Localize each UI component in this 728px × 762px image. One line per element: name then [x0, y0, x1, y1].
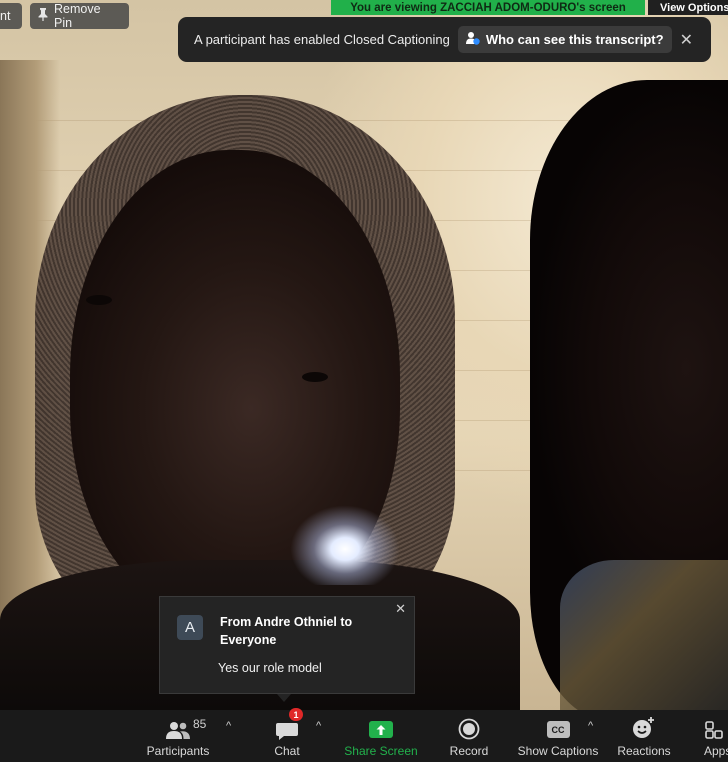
view-options-button[interactable]: View Options — [648, 0, 728, 15]
apps-button[interactable]: Apps — [704, 710, 728, 762]
chat-message: Yes our role model — [218, 661, 322, 675]
chat-button[interactable]: 1 Chat — [270, 708, 304, 762]
reactions-button[interactable]: Reactions — [616, 710, 672, 762]
caption-notice-message: A participant has enabled Closed Caption… — [194, 32, 450, 47]
close-icon[interactable]: ✕ — [395, 601, 406, 617]
share-screen-label: Share Screen — [344, 744, 418, 758]
pin-icon — [38, 8, 48, 24]
light-glare — [290, 505, 400, 585]
second-participant-scarf — [560, 560, 728, 710]
reactions-label: Reactions — [617, 744, 671, 758]
chat-options-chevron-up-icon[interactable]: ^ — [316, 720, 321, 732]
chat-icon: 1 — [275, 708, 303, 740]
smiley-plus-icon — [632, 710, 656, 740]
share-screen-icon — [369, 721, 393, 738]
top-left-button[interactable]: nt — [0, 3, 22, 29]
participants-options-chevron-up-icon[interactable]: ^ — [226, 720, 231, 732]
record-button[interactable]: Record — [448, 710, 490, 762]
record-icon — [458, 710, 480, 740]
show-captions-button[interactable]: CC Show Captions — [516, 710, 600, 762]
meeting-toolbar: Participants 85 ^ 1 Chat ^ Share Screen — [0, 708, 728, 762]
remove-pin-label: Remove Pin — [54, 2, 101, 30]
participants-count: 85 — [193, 717, 207, 731]
chat-label: Chat — [274, 744, 300, 758]
close-icon[interactable]: ✕ — [680, 30, 693, 50]
captions-options-chevron-up-icon[interactable]: ^ — [588, 720, 593, 732]
closed-caption-notice: A participant has enabled Closed Caption… — [178, 17, 711, 62]
transcript-visibility-link[interactable]: Who can see this transcript? — [457, 26, 672, 53]
closed-captions-icon: CC — [546, 721, 570, 738]
avatar: A — [177, 615, 203, 640]
viewing-screen-banner: You are viewing ZACCIAH ADOM-ODURO's scr… — [331, 0, 645, 15]
chat-notification[interactable]: A From Andre Othniel to Everyone Yes our… — [159, 596, 415, 702]
apps-label: Apps — [704, 744, 728, 758]
chat-popup-pointer — [277, 694, 291, 702]
apps-icon — [704, 710, 726, 740]
chat-unread-badge: 1 — [289, 708, 303, 721]
record-label: Record — [449, 744, 489, 758]
transcript-link-label: Who can see this transcript? — [485, 32, 664, 47]
top-left-button-label: nt — [0, 9, 11, 23]
person-lock-icon — [465, 31, 480, 48]
chat-sender: From Andre Othniel to Everyone — [220, 615, 353, 647]
participants-label: Participants — [146, 744, 210, 758]
show-captions-label: Show Captions — [517, 744, 599, 758]
share-screen-button[interactable]: Share Screen — [344, 710, 418, 762]
remove-pin-button[interactable]: Remove Pin — [30, 2, 129, 30]
participants-icon — [165, 710, 191, 740]
